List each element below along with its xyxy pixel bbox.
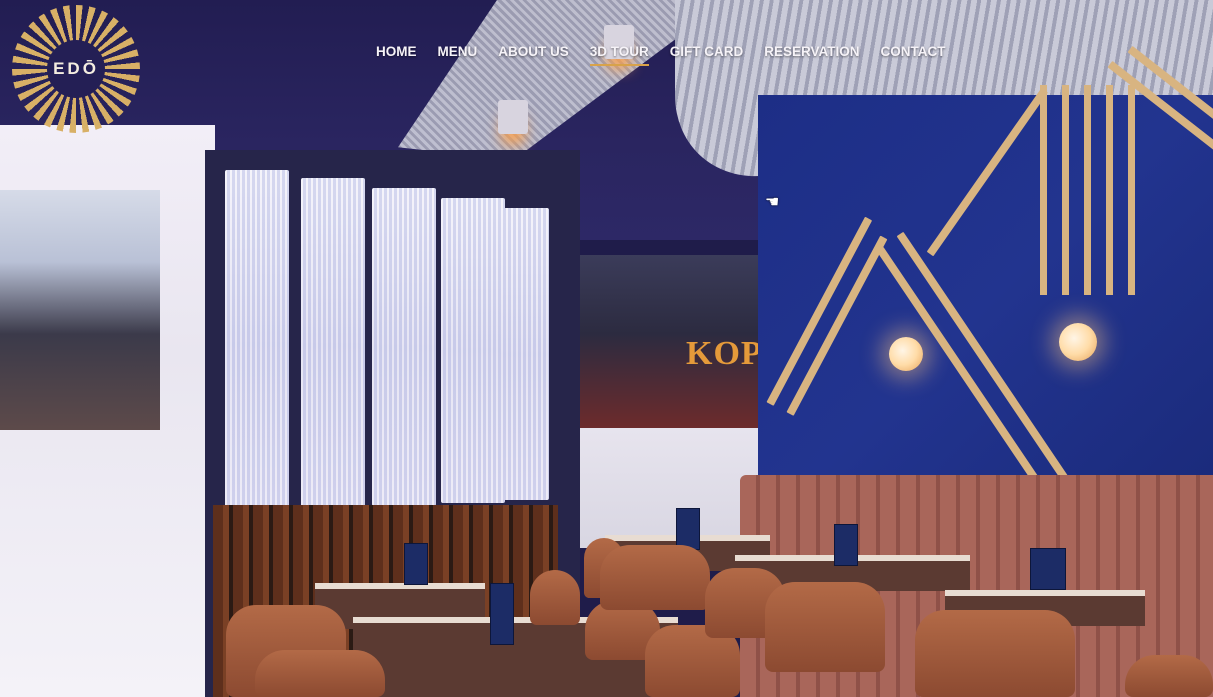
glass-pane xyxy=(301,178,365,513)
frosted-window xyxy=(580,428,758,548)
glass-pane xyxy=(225,170,289,518)
menu-card xyxy=(1030,548,1066,590)
gold-stripe xyxy=(1040,85,1047,295)
menu-card xyxy=(676,508,700,550)
nav-home[interactable]: HOME xyxy=(376,44,417,59)
gold-stripe xyxy=(1084,85,1091,295)
menu-card xyxy=(404,543,428,585)
gold-stripe xyxy=(1062,85,1069,295)
glass-pane xyxy=(441,198,505,503)
wall-lamp xyxy=(1059,323,1097,361)
glass-pane xyxy=(372,188,436,506)
main-navigation: HOME MENU ABOUT US 3D TOUR GIFT CARD RES… xyxy=(376,44,967,66)
edo-logo[interactable]: EDŌ xyxy=(12,5,140,133)
chair xyxy=(1125,655,1213,697)
menu-card xyxy=(490,583,514,645)
street-view xyxy=(0,190,160,430)
3d-tour-panorama[interactable]: KOPPA xyxy=(0,0,1213,697)
chair xyxy=(530,570,580,625)
spotlight xyxy=(498,100,528,134)
nav-gift-card[interactable]: GIFT CARD xyxy=(670,44,744,59)
wall-lamp xyxy=(889,337,923,371)
logo-text: EDŌ xyxy=(53,59,99,78)
logo-badge: EDŌ xyxy=(47,40,105,98)
nav-about-us[interactable]: ABOUT US xyxy=(498,44,569,59)
menu-card xyxy=(834,524,858,566)
gold-stripe xyxy=(1106,85,1113,295)
chair xyxy=(915,610,1075,697)
nav-reservation[interactable]: RESERVATION xyxy=(764,44,859,59)
chair xyxy=(600,545,710,610)
gold-stripe xyxy=(1128,85,1135,295)
chair xyxy=(765,582,885,672)
nav-3d-tour[interactable]: 3D TOUR xyxy=(589,44,649,66)
nav-menu[interactable]: MENU xyxy=(438,44,478,59)
glass-pane xyxy=(501,208,549,500)
hand-pointer-icon: ☚ xyxy=(765,194,780,211)
nav-contact[interactable]: CONTACT xyxy=(881,44,946,59)
chair xyxy=(255,650,385,697)
